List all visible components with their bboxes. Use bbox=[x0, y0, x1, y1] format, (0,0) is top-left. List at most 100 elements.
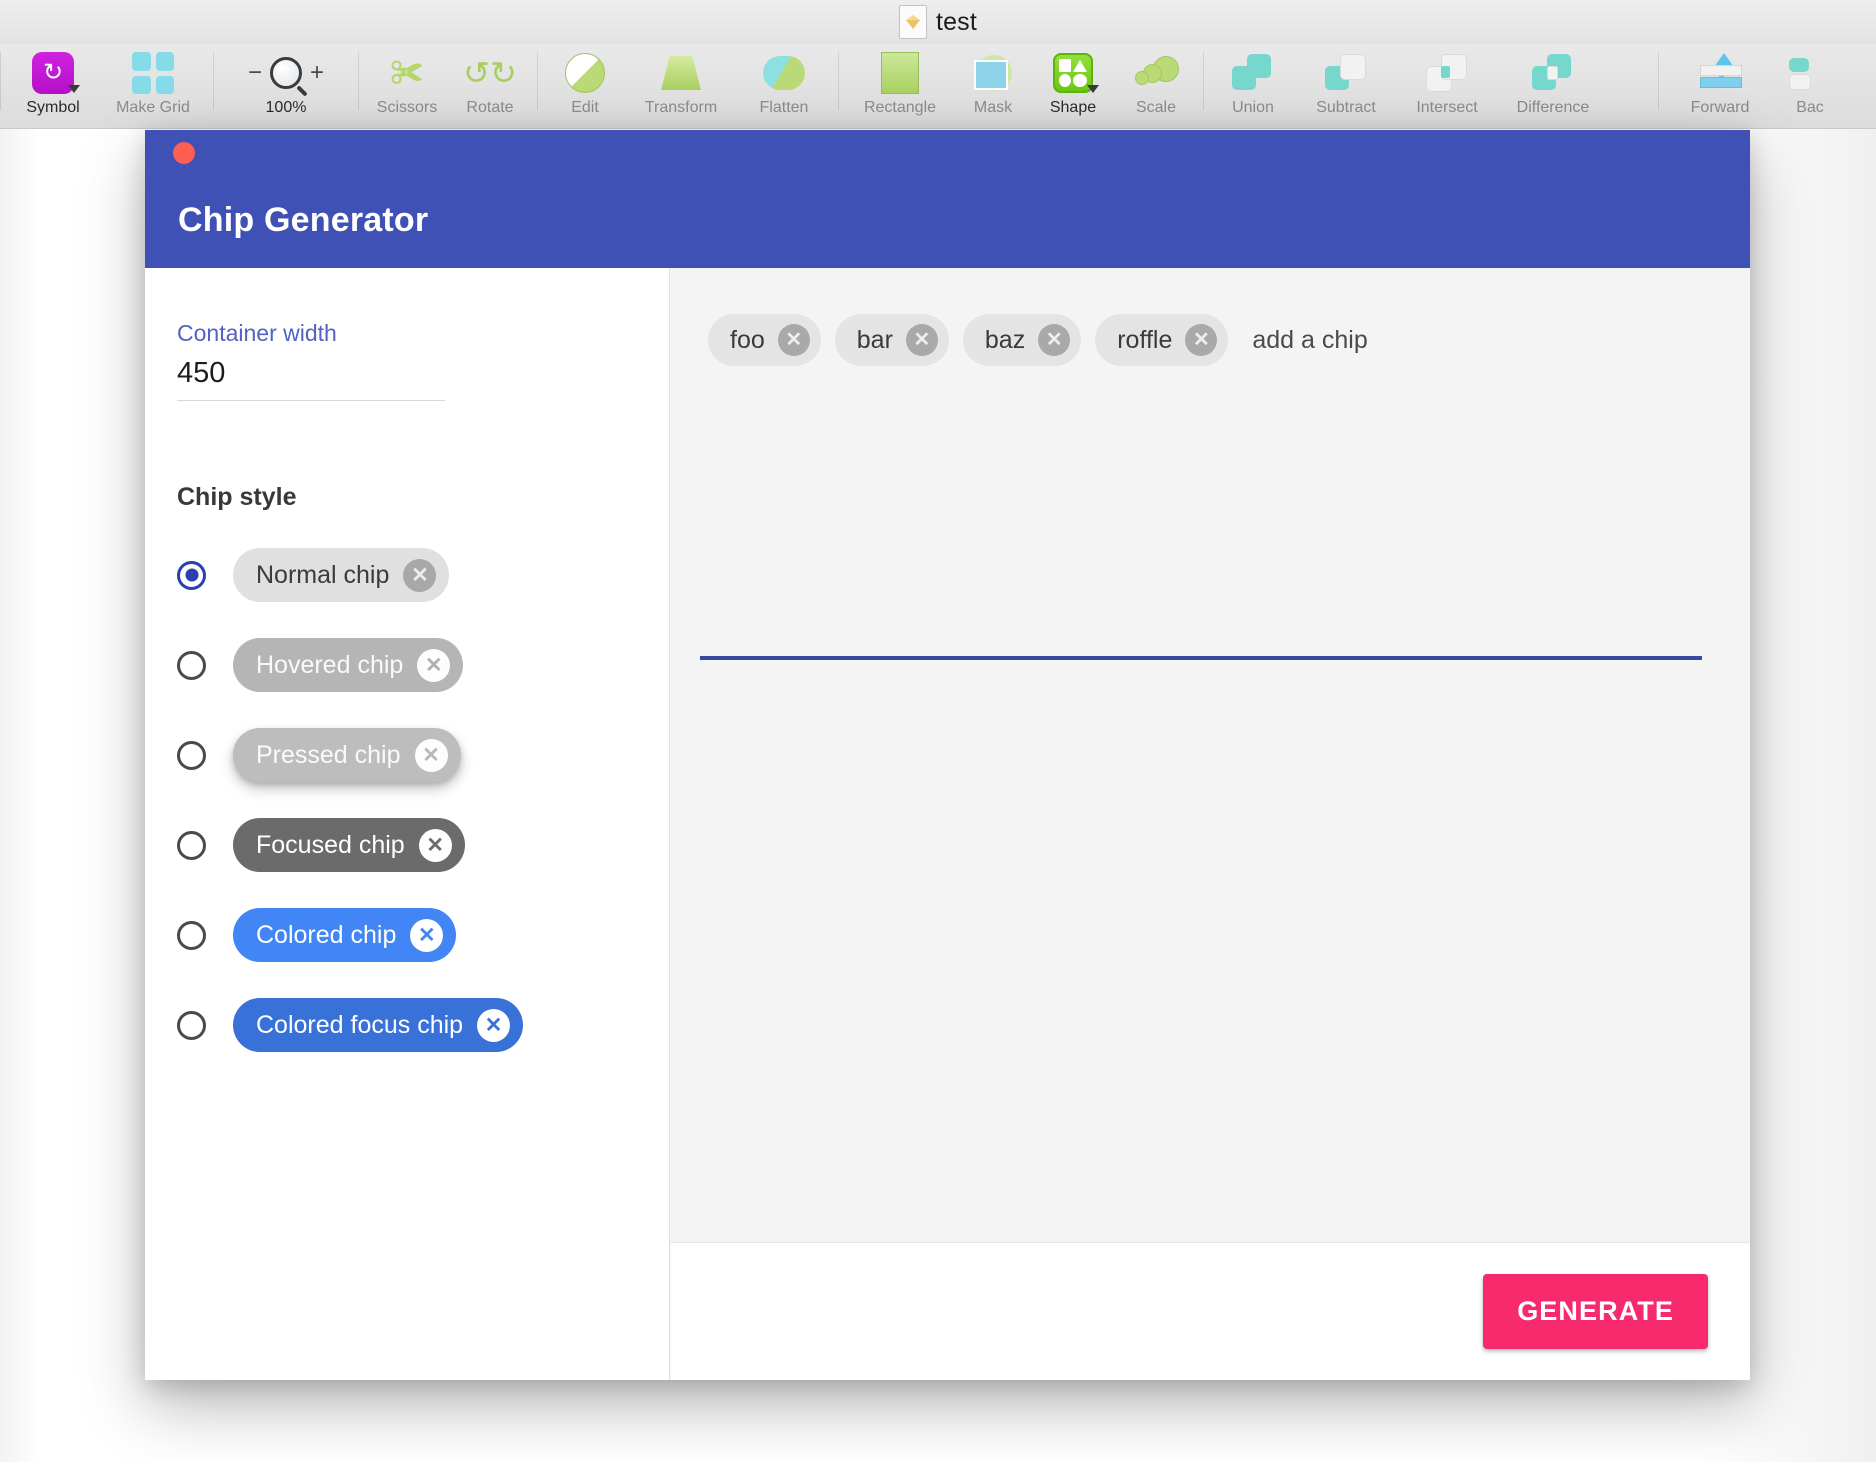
generate-button[interactable]: GENERATE bbox=[1483, 1274, 1708, 1349]
dialog-header: Chip Generator bbox=[145, 130, 1750, 268]
chip-style-heading: Chip style bbox=[177, 483, 297, 511]
toolbar-label: Flatten bbox=[759, 99, 809, 116]
union-icon bbox=[1232, 49, 1274, 97]
add-chip-input[interactable]: add a chip bbox=[1252, 326, 1367, 355]
zoom-out-icon[interactable]: − bbox=[248, 61, 262, 85]
edit-icon bbox=[565, 49, 605, 97]
close-icon[interactable]: ✕ bbox=[417, 648, 451, 682]
toolbar-label: Rectangle bbox=[863, 99, 937, 116]
chip-style-option-focused[interactable]: Focused chip ✕ bbox=[177, 818, 669, 872]
radio-button[interactable] bbox=[177, 560, 206, 590]
chip-style-option-normal[interactable]: Normal chip ✕ bbox=[177, 548, 669, 602]
chip-preview[interactable]: Colored focus chip ✕ bbox=[233, 998, 524, 1052]
toolbar-item-flatten[interactable]: Flatten bbox=[736, 44, 832, 128]
settings-pane: Container width 450 Chip style Normal ch… bbox=[145, 268, 670, 1380]
chip-preview[interactable]: Hovered chip ✕ bbox=[233, 638, 464, 692]
preview-pane: foo ✕ bar ✕ baz ✕ roffle ✕ add a chip bbox=[670, 268, 1750, 1380]
sketch-document-icon bbox=[898, 5, 927, 39]
chip-label: foo bbox=[730, 325, 765, 354]
close-icon[interactable]: ✕ bbox=[1038, 324, 1071, 356]
rectangle-icon bbox=[881, 49, 919, 97]
chevron-down-icon[interactable] bbox=[68, 85, 80, 93]
chip-style-option-pressed[interactable]: Pressed chip ✕ bbox=[177, 728, 669, 782]
container-width-field[interactable]: Container width 450 bbox=[177, 320, 669, 401]
toolbar-item-scissors[interactable]: ✀ Scissors bbox=[365, 44, 449, 128]
input-underline bbox=[177, 400, 445, 401]
chip-preview[interactable]: Focused chip ✕ bbox=[233, 818, 465, 872]
zoom-icon: − + bbox=[248, 49, 324, 97]
toolbar-label: Scale bbox=[1135, 99, 1177, 116]
close-icon[interactable]: ✕ bbox=[477, 1008, 511, 1042]
rotate-icon: ↺↻ bbox=[463, 55, 517, 91]
toolbar-item-forward[interactable]: Forward bbox=[1665, 44, 1775, 128]
chip-preview[interactable]: Normal chip ✕ bbox=[233, 548, 450, 602]
toolbar-label: Make Grid bbox=[116, 99, 190, 116]
toolbar-label: Mask bbox=[973, 99, 1013, 116]
close-icon[interactable]: ✕ bbox=[414, 738, 448, 772]
chip-label: Focused chip bbox=[256, 830, 405, 859]
chip-item[interactable]: roffle ✕ bbox=[1095, 314, 1229, 366]
chip-preview[interactable]: Pressed chip ✕ bbox=[233, 728, 461, 782]
magnifier-icon[interactable] bbox=[270, 57, 302, 89]
close-icon[interactable]: ✕ bbox=[777, 324, 810, 356]
toolbar-item-backward[interactable]: Bac bbox=[1775, 44, 1845, 128]
bring-forward-icon bbox=[1698, 49, 1742, 97]
close-icon[interactable]: ✕ bbox=[410, 918, 444, 952]
toolbar-item-subtract[interactable]: Subtract bbox=[1296, 44, 1396, 128]
radio-button[interactable] bbox=[177, 830, 206, 860]
toolbar-label: Rotate bbox=[466, 99, 514, 116]
toolbar-item-edit[interactable]: Edit bbox=[544, 44, 626, 128]
toolbar-divider bbox=[213, 52, 214, 110]
toolbar-divider bbox=[358, 52, 359, 110]
toolbar-item-transform[interactable]: Transform bbox=[626, 44, 736, 128]
chip-style-option-hovered[interactable]: Hovered chip ✕ bbox=[177, 638, 669, 692]
toolbar-item-scale[interactable]: Scale bbox=[1115, 44, 1197, 128]
difference-icon bbox=[1532, 49, 1574, 97]
close-icon[interactable]: ✕ bbox=[905, 324, 938, 356]
zoom-in-icon[interactable]: + bbox=[310, 61, 324, 85]
dialog-footer: GENERATE bbox=[671, 1242, 1750, 1380]
chip-style-option-colored[interactable]: Colored chip ✕ bbox=[177, 908, 669, 962]
toolbar-item-difference[interactable]: Difference bbox=[1498, 44, 1608, 128]
chip-list[interactable]: foo ✕ bar ✕ baz ✕ roffle ✕ add a chip bbox=[670, 268, 1750, 366]
toolbar-divider bbox=[1658, 52, 1659, 110]
chip-item[interactable]: foo ✕ bbox=[708, 314, 821, 366]
toolbar-item-rotate[interactable]: ↺↻ Rotate bbox=[449, 44, 531, 128]
chip-item[interactable]: bar ✕ bbox=[834, 314, 949, 366]
toolbar-item-symbol[interactable]: ↻ Symbol bbox=[7, 44, 99, 128]
radio-button[interactable] bbox=[177, 920, 206, 950]
toolbar-item-mask[interactable]: Mask bbox=[955, 44, 1031, 128]
chip-item[interactable]: baz ✕ bbox=[962, 314, 1082, 366]
toolbar-item-intersect[interactable]: Intersect bbox=[1396, 44, 1498, 128]
mask-icon bbox=[972, 49, 1014, 97]
app-toolbar[interactable]: ↻ Symbol Make Grid − + 100% ✀ Scissors ↺… bbox=[0, 44, 1876, 129]
toolbar-label: Symbol bbox=[26, 99, 80, 116]
radio-button[interactable] bbox=[177, 650, 206, 680]
toolbar-item-union[interactable]: Union bbox=[1210, 44, 1296, 128]
flatten-icon bbox=[763, 49, 805, 97]
close-window-button[interactable] bbox=[173, 142, 195, 164]
radio-button[interactable] bbox=[177, 1010, 206, 1040]
radio-button[interactable] bbox=[177, 740, 206, 770]
scissors-icon: ✀ bbox=[390, 54, 424, 92]
chip-style-option-colored-focus[interactable]: Colored focus chip ✕ bbox=[177, 998, 669, 1052]
window-title: test bbox=[935, 7, 978, 36]
chip-label: Normal chip bbox=[256, 560, 390, 589]
toolbar-item-rectangle[interactable]: Rectangle bbox=[845, 44, 955, 128]
container-width-input[interactable]: 450 bbox=[177, 357, 669, 400]
toolbar-item-shape[interactable]: Shape bbox=[1031, 44, 1115, 128]
toolbar-divider bbox=[537, 52, 538, 110]
close-icon[interactable]: ✕ bbox=[403, 558, 437, 592]
toolbar-label: Union bbox=[1232, 99, 1274, 116]
chip-label: baz bbox=[984, 325, 1026, 354]
chip-preview[interactable]: Colored chip ✕ bbox=[233, 908, 457, 962]
close-icon[interactable]: ✕ bbox=[1185, 324, 1218, 356]
close-icon[interactable]: ✕ bbox=[418, 828, 452, 862]
toolbar-label: Edit bbox=[571, 99, 599, 116]
chip-label: roffle bbox=[1117, 325, 1173, 354]
toolbar-label: Intersect bbox=[1416, 99, 1478, 116]
chevron-down-icon[interactable] bbox=[1087, 85, 1099, 93]
toolbar-item-zoom[interactable]: − + 100% bbox=[220, 44, 352, 128]
toolbar-item-make-grid[interactable]: Make Grid bbox=[99, 44, 207, 128]
chip-label: bar bbox=[856, 325, 893, 354]
